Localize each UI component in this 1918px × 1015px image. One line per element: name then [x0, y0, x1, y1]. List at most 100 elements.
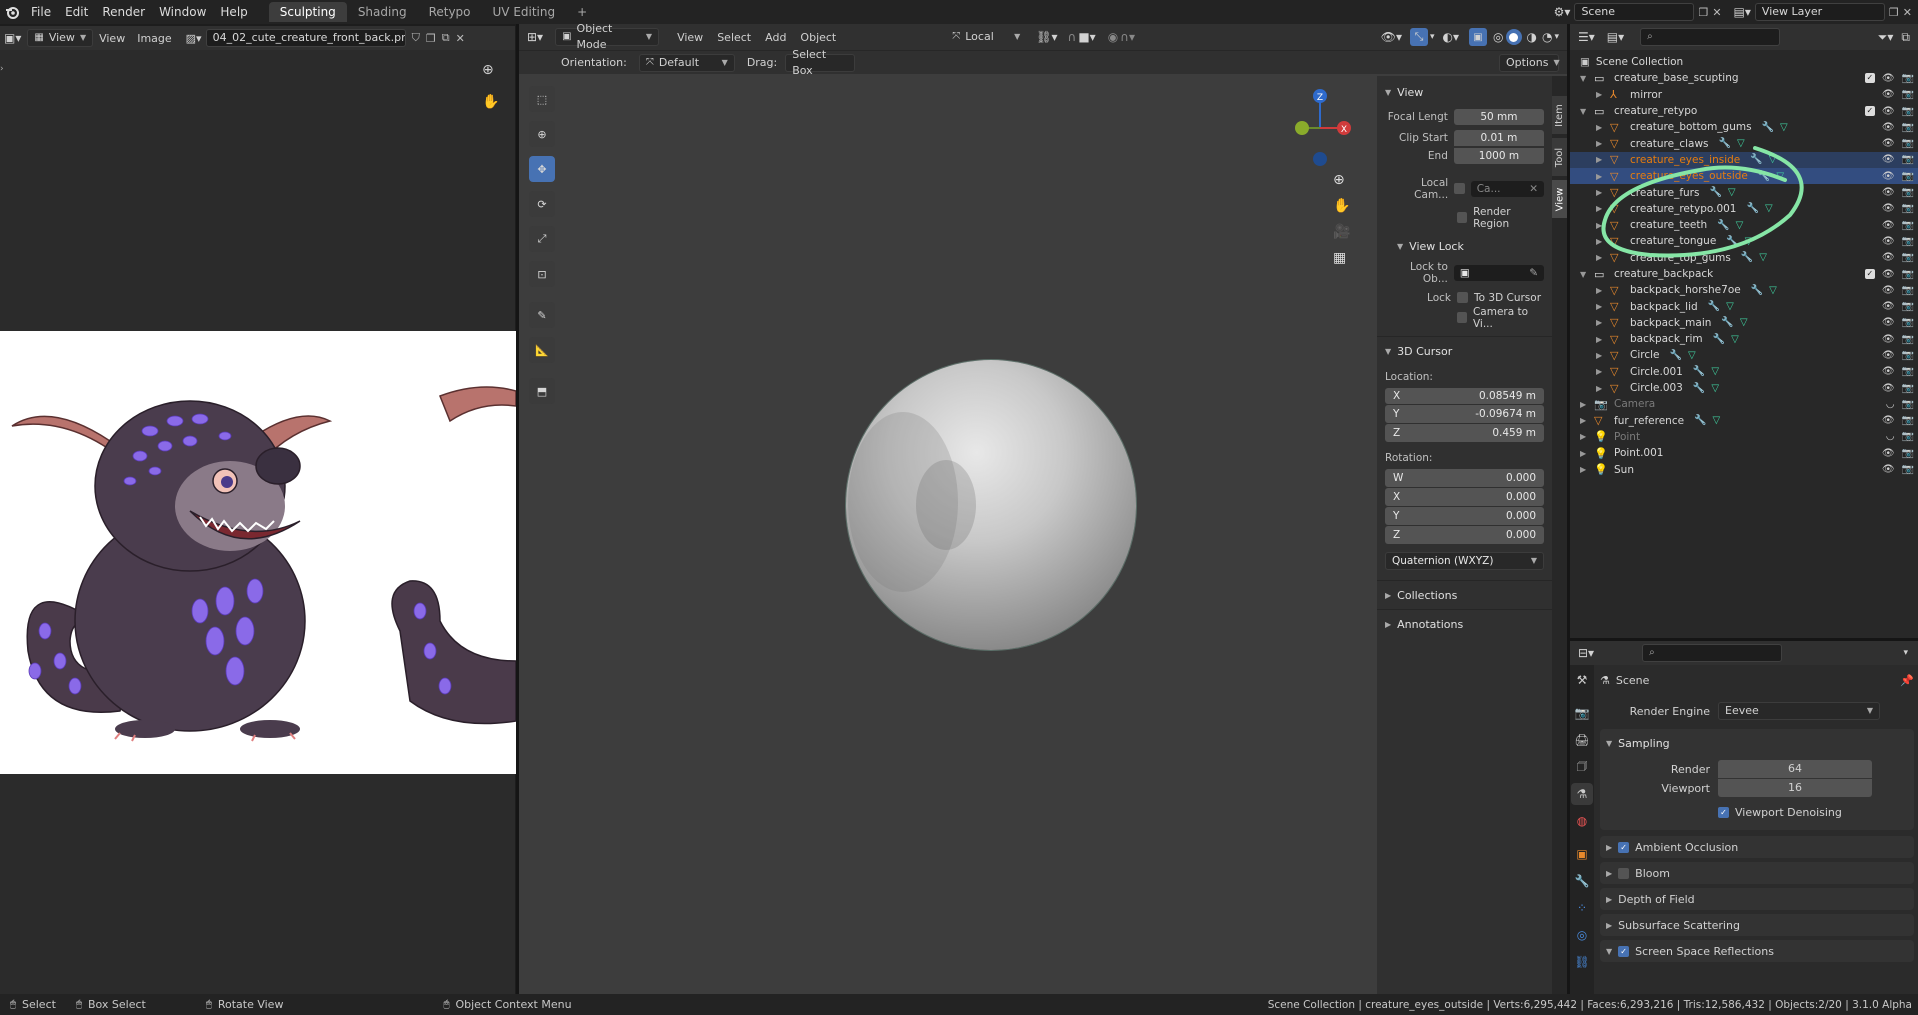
modifier-wrench-icon[interactable]: 🔧 [1721, 317, 1733, 328]
expand-down-icon[interactable]: ▼ [1580, 107, 1594, 116]
scene-icon[interactable]: ⚙▾ [1554, 5, 1571, 19]
open-image-icon[interactable]: ⧉ [442, 31, 450, 45]
eyedropper-icon[interactable]: ✎ [1529, 265, 1538, 281]
tab-item[interactable]: Item [1552, 96, 1567, 134]
particles-tab-icon[interactable]: ⁘ [1571, 897, 1593, 919]
render-camera-icon[interactable]: 📷 [1902, 89, 1914, 100]
pan-hand-icon[interactable]: ✋ [482, 94, 499, 110]
properties-search-input[interactable]: ⌕ [1642, 644, 1783, 662]
drag-dropdown[interactable]: Select Box [785, 48, 856, 77]
mesh-data-icon[interactable]: ▽ [1713, 415, 1721, 426]
local-camera-checkbox[interactable] [1454, 183, 1465, 194]
pin-icon[interactable]: 📌 [1900, 674, 1914, 687]
shading-options-icon[interactable]: ▾ [1554, 32, 1559, 42]
viewport-3d[interactable]: ⊞▾ ▣ Object Mode ▼ View Select Add Object … [519, 22, 1567, 994]
transform-tool-icon[interactable]: ⊡ [529, 261, 555, 287]
3d-cursor-header[interactable]: ▼ 3D Cursor [1385, 341, 1544, 361]
render-camera-icon[interactable]: 📷 [1902, 350, 1914, 361]
mode-dropdown[interactable]: ▣ Object Mode ▼ [555, 22, 660, 51]
transform-orientation-dropdown[interactable]: ⤧ Local ▼ [946, 28, 1027, 46]
annotations-header[interactable]: ▶ Annotations [1385, 614, 1544, 634]
visibility-eye-icon[interactable]: ◡ [1886, 431, 1895, 442]
focal-length-field[interactable]: 50 mm [1453, 108, 1544, 125]
rotation-z-field[interactable]: Z 0.000 [1385, 526, 1544, 544]
view-panel-header[interactable]: ▼ View [1385, 82, 1544, 102]
filter-icon[interactable]: ⏷▾ [1878, 30, 1894, 45]
visibility-eye-icon[interactable]: 👁 [1882, 89, 1895, 100]
scale-tool-icon[interactable]: ⤢ [529, 226, 555, 252]
expand-down-icon[interactable]: ▼ [1580, 270, 1594, 279]
modifier-wrench-icon[interactable]: 🔧 [1713, 334, 1725, 345]
viewport-denoising-checkbox[interactable]: ✓ [1718, 806, 1729, 818]
new-view-layer-icon[interactable]: ❐ [1889, 6, 1899, 19]
render-camera-icon[interactable]: 📷 [1902, 171, 1914, 182]
shading-wireframe-icon[interactable]: ◎ [1493, 30, 1503, 44]
visibility-eye-icon[interactable]: 👁 [1882, 171, 1895, 182]
tab-retypo[interactable]: Retypo [418, 2, 482, 22]
expand-right-icon[interactable]: ▶ [1580, 465, 1594, 474]
visibility-eye-icon[interactable]: 👁 [1882, 138, 1895, 149]
outliner-row[interactable]: ▶ 📷 Camera ◡ 📷 [1570, 396, 1918, 412]
pivot-icon[interactable]: ⛓▾ [1036, 30, 1057, 44]
tab-uv-editing[interactable]: UV Editing [482, 2, 567, 22]
outliner-row[interactable]: ▶ 💡 Sun 👁 📷 [1570, 461, 1918, 477]
to-3d-cursor-checkbox[interactable] [1457, 292, 1468, 303]
render-camera-icon[interactable]: 📷 [1902, 301, 1914, 312]
outliner-row[interactable]: ▼ ▭ creature_base_scupting ✓ 👁 📷 [1570, 70, 1918, 86]
visibility-eye-icon[interactable]: 👁 [1882, 252, 1895, 263]
exclude-checkbox[interactable]: ✓ [1864, 72, 1875, 83]
render-camera-icon[interactable]: 📷 [1902, 138, 1914, 149]
outliner-row[interactable]: ▶ 💡 Point.001 👁 📷 [1570, 445, 1918, 461]
render-camera-icon[interactable]: 📷 [1902, 448, 1914, 459]
new-collection-icon[interactable]: ⧉ [1901, 30, 1910, 45]
visibility-eye-icon[interactable]: 👁 [1882, 106, 1895, 117]
location-y-field[interactable]: Y -0.09674 m [1385, 405, 1544, 423]
visibility-eye-icon[interactable]: 👁 [1882, 122, 1895, 133]
render-camera-icon[interactable]: 📷 [1902, 317, 1914, 328]
menu-object[interactable]: Object [794, 31, 842, 44]
render-camera-icon[interactable]: 📷 [1902, 464, 1914, 475]
delete-view-layer-icon[interactable]: ✕ [1903, 6, 1912, 19]
editor-type-icon[interactable]: ☰▾ [1574, 30, 1599, 44]
menu-select[interactable]: Select [711, 31, 757, 44]
local-camera-field[interactable]: Ca... ✕ [1470, 180, 1544, 197]
visibility-eye-icon[interactable]: ◡ [1886, 399, 1895, 410]
mesh-data-icon[interactable]: ▽ [1740, 317, 1748, 328]
editor-type-icon[interactable]: ▣▾ [4, 31, 21, 45]
render-camera-icon[interactable]: 📷 [1902, 203, 1914, 214]
location-z-field[interactable]: Z 0.459 m [1385, 424, 1544, 442]
outliner-row[interactable]: ▶ 💡 Point ◡ 📷 [1570, 429, 1918, 445]
visibility-eye-icon[interactable]: 👁 [1882, 415, 1895, 426]
render-camera-icon[interactable]: 📷 [1902, 269, 1914, 280]
outliner-row[interactable]: ▶ ▽ Circle.003 🔧 ▽ 👁 📷 [1570, 380, 1918, 396]
visibility-icon[interactable]: 👁▾ [1381, 30, 1402, 44]
exclude-checkbox[interactable]: ✓ [1864, 268, 1875, 279]
snap-target-icon[interactable]: ■▾ [1078, 30, 1095, 44]
xray-icon[interactable]: ▣ [1469, 28, 1488, 46]
menu-window[interactable]: Window [152, 5, 213, 19]
image-browse-icon[interactable]: ▨▾ [186, 32, 202, 45]
modifier-wrench-icon[interactable]: 🔧 [1751, 285, 1763, 296]
subsurface-scattering-panel[interactable]: ▶ Subsurface Scattering [1600, 914, 1914, 936]
orientation-dropdown[interactable]: ⤧ Default ▼ [638, 53, 735, 72]
outliner-row[interactable]: ▼ ▭ creature_retypo ✓ 👁 📷 [1570, 103, 1918, 119]
visibility-eye-icon[interactable]: 👁 [1882, 383, 1895, 394]
outliner-row[interactable]: ▶ ▽ backpack_lid 🔧 ▽ 👁 📷 [1570, 298, 1918, 314]
select-box-tool-icon[interactable]: ⬚ [529, 86, 555, 112]
expand-right-icon[interactable]: ▶ [1580, 416, 1594, 425]
view-layer-icon[interactable]: ▤▾ [1734, 5, 1751, 19]
mesh-data-icon[interactable]: ▽ [1711, 383, 1719, 394]
viewport-samples-field[interactable]: 16 [1718, 779, 1872, 797]
mesh-data-icon[interactable]: ▽ [1731, 334, 1739, 345]
tab-view[interactable]: View [1552, 180, 1567, 218]
fake-user-icon[interactable]: ⛉ [412, 31, 420, 45]
cursor-tool-icon[interactable]: ⊕ [529, 121, 555, 147]
lock-to-object-field[interactable]: ▣ ✎ [1453, 264, 1544, 281]
snap-icon[interactable]: ∩ [1068, 30, 1077, 44]
visibility-eye-icon[interactable]: 👁 [1882, 334, 1895, 345]
render-camera-icon[interactable]: 📷 [1902, 220, 1914, 231]
expand-right-icon[interactable]: ▶ [1580, 449, 1594, 458]
menu-render[interactable]: Render [95, 5, 152, 19]
view-layer-field[interactable]: View Layer [1754, 3, 1885, 21]
clear-icon[interactable]: ✕ [1529, 181, 1538, 197]
